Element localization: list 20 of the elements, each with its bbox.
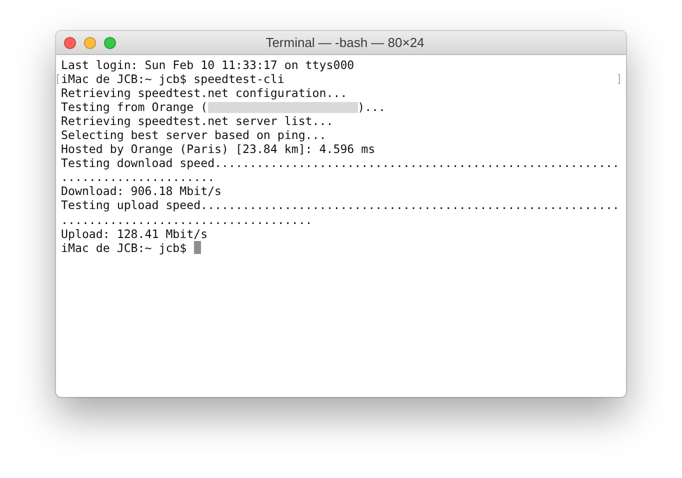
terminal-line: Download: 906.18 Mbit/s xyxy=(61,184,222,198)
terminal-line: Testing upload speed............................................................ xyxy=(61,198,620,213)
close-button[interactable] xyxy=(64,36,76,48)
window-title: Terminal — -bash — 80×24 xyxy=(264,35,426,50)
terminal-line: Testing download speed.......................................................... xyxy=(61,156,620,170)
terminal-line: Upload: 128.41 Mbit/s xyxy=(61,226,208,241)
terminal-line: .................................... xyxy=(61,212,312,227)
terminal-line: Hosted by Orange (Paris) [23.84 km]: 4.596 ms xyxy=(61,142,376,156)
terminal-line: Selecting best server based on ping... xyxy=(61,128,326,142)
terminal-line: Testing from Orange ( xyxy=(61,100,208,114)
zoom-button[interactable] xyxy=(104,36,116,48)
terminal-line: )... xyxy=(358,100,386,114)
text-cursor xyxy=(194,241,201,254)
terminal-line: Last login: Sun Feb 10 11:33:17 on ttys000 xyxy=(61,58,354,72)
terminal-line: iMac de JCB:~ jcb$ speedtest-cli xyxy=(61,72,284,86)
terminal-line: Retrieving speedtest.net configuration... xyxy=(61,86,348,100)
minimize-button[interactable] xyxy=(84,36,96,48)
terminal-line: ...................... xyxy=(61,170,215,184)
shell-prompt: iMac de JCB:~ jcb$ xyxy=(61,240,188,255)
terminal-line: Retrieving speedtest.net server list... xyxy=(61,114,334,128)
